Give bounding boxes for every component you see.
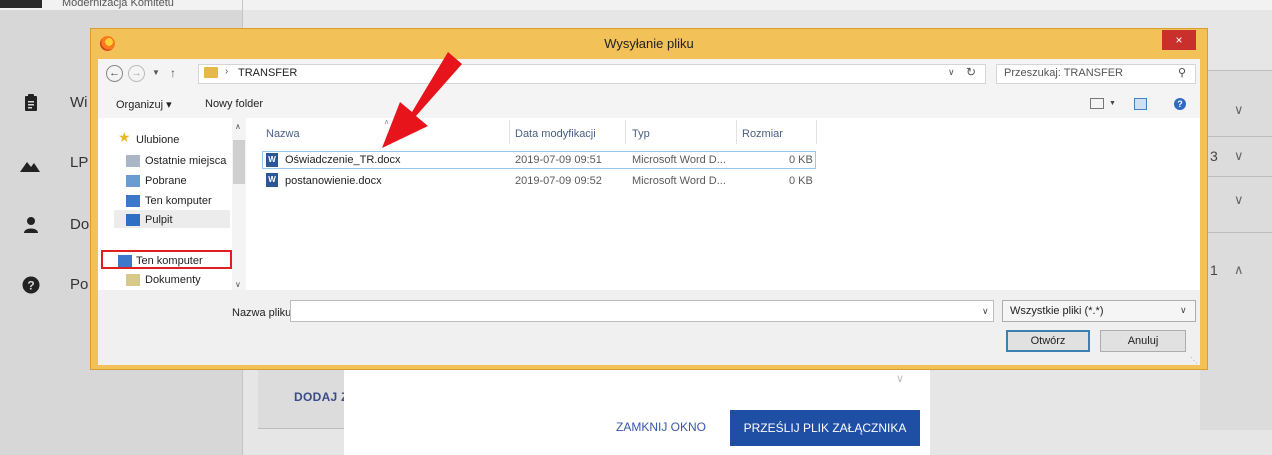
column-header-date[interactable]: Data modyfikacji — [515, 128, 596, 140]
column-separator[interactable] — [816, 120, 817, 144]
chevron-down-icon[interactable]: ∨ — [1234, 102, 1244, 118]
preview-pane-icon[interactable] — [1134, 98, 1147, 110]
app-header — [0, 0, 1272, 10]
svg-text:?: ? — [27, 279, 34, 293]
star-icon: ★ — [118, 129, 131, 145]
file-type: Microsoft Word D... — [632, 154, 726, 166]
chevron-down-icon[interactable]: ∨ — [948, 67, 955, 78]
dialog-toolbar — [98, 92, 1200, 119]
search-placeholder: Przeszukaj: TRANSFER — [1004, 67, 1123, 79]
annotation-arrow — [382, 52, 462, 148]
nav-item-this-pc[interactable]: Ten komputer — [145, 195, 212, 207]
computer-icon — [126, 195, 140, 207]
row-value: 3 — [1210, 148, 1218, 164]
recent-locations-dropdown[interactable]: ▼ — [152, 68, 160, 77]
file-name[interactable]: postanowienie.docx — [285, 175, 382, 187]
highlight-box — [101, 250, 232, 269]
divider — [1200, 176, 1272, 177]
organize-button[interactable]: Organizuj ▾ — [116, 98, 172, 111]
documents-icon — [126, 274, 140, 286]
sidebar-item-label[interactable]: Wi — [70, 94, 88, 111]
app-header-title: Modernizacja Komitetu — [62, 0, 174, 9]
app-logo — [0, 0, 42, 8]
chevron-down-icon[interactable]: ∨ — [1234, 148, 1244, 164]
refresh-icon[interactable]: ↻ — [966, 65, 976, 79]
dialog-title: Wysyłanie pliku — [604, 36, 694, 51]
word-document-icon: W — [266, 173, 278, 187]
file-size: 0 KB — [789, 175, 813, 187]
file-date: 2019-07-09 09:52 — [515, 175, 602, 187]
breadcrumb-path[interactable]: TRANSFER — [238, 67, 297, 79]
sidebar-item-label[interactable]: LP — [70, 154, 88, 171]
sidebar-item-label[interactable]: Po — [70, 276, 88, 293]
word-document-icon: W — [266, 153, 278, 167]
divider — [1200, 232, 1272, 233]
dialog-close-button[interactable]: × — [1162, 30, 1196, 50]
up-button[interactable]: ↑ — [170, 66, 176, 80]
sidebar-item-label[interactable]: Do — [70, 216, 89, 233]
chevron-down-icon[interactable]: ▼ — [1109, 100, 1116, 107]
background-panel — [1200, 70, 1272, 430]
desktop-icon — [126, 214, 140, 226]
chevron-down-icon[interactable]: ∨ — [982, 306, 989, 317]
file-date: 2019-07-09 09:51 — [515, 154, 602, 166]
resize-grip-icon[interactable]: ⋱ — [1190, 356, 1198, 365]
file-size: 0 KB — [789, 154, 813, 166]
open-button[interactable]: Otwórz — [1006, 330, 1090, 352]
nav-item-desktop[interactable]: Pulpit — [145, 214, 173, 226]
column-header-name[interactable]: Nazwa — [266, 128, 300, 140]
scroll-up-icon[interactable]: ∧ — [235, 122, 241, 131]
chevron-down-icon[interactable]: ∨ — [1180, 305, 1187, 316]
clipboard-icon — [22, 94, 40, 112]
downloads-icon — [126, 175, 140, 187]
chevron-up-icon[interactable]: ∧ — [1234, 262, 1244, 278]
nav-item-documents[interactable]: Dokumenty — [145, 274, 201, 286]
column-separator[interactable] — [736, 120, 737, 144]
close-window-button[interactable]: ZAMKNIJ OKNO — [616, 420, 706, 434]
back-button[interactable]: ← — [106, 65, 123, 82]
nav-item-favorites[interactable]: Ulubione — [136, 134, 179, 146]
file-type: Microsoft Word D... — [632, 175, 726, 187]
filename-input[interactable] — [290, 300, 994, 322]
column-separator[interactable] — [625, 120, 626, 144]
search-icon[interactable]: ⚲ — [1178, 66, 1186, 79]
recent-places-icon — [126, 155, 140, 167]
send-attachment-button[interactable]: PRZEŚLIJ PLIK ZAŁĄCZNIKA — [730, 410, 920, 446]
address-bar[interactable] — [198, 64, 986, 84]
new-folder-button[interactable]: Nowy folder — [205, 98, 263, 110]
column-separator[interactable] — [509, 120, 510, 144]
row-value: 1 — [1210, 262, 1218, 278]
nav-item-downloads[interactable]: Pobrane — [145, 175, 187, 187]
folder-icon — [204, 67, 218, 78]
view-options-icon[interactable] — [1090, 98, 1104, 109]
nav-scrollbar-thumb[interactable] — [233, 140, 245, 184]
breadcrumb-separator-icon: › — [225, 66, 229, 77]
chevron-down-icon[interactable]: ∨ — [1234, 192, 1244, 208]
cancel-button[interactable]: Anuluj — [1100, 330, 1186, 352]
help-icon[interactable]: ? — [1174, 98, 1186, 110]
dialog-titlebar[interactable]: Wysyłanie pliku × — [91, 29, 1207, 59]
chevron-down-icon[interactable]: ∨ — [896, 372, 904, 385]
nav-item-recent[interactable]: Ostatnie miejsca — [145, 155, 226, 167]
filename-label: Nazwa pliku: — [232, 307, 295, 319]
person-icon — [22, 216, 40, 234]
filetype-value: Wszystkie pliki (*.*) — [1010, 305, 1104, 317]
help-circle-icon: ? — [22, 276, 40, 294]
divider — [1200, 136, 1272, 137]
mountain-icon — [20, 156, 40, 174]
scroll-down-icon[interactable]: ∨ — [235, 280, 241, 289]
forward-button[interactable]: → — [128, 65, 145, 82]
column-header-size[interactable]: Rozmiar — [742, 128, 783, 140]
column-header-type[interactable]: Typ — [632, 128, 650, 140]
divider — [1200, 70, 1272, 71]
